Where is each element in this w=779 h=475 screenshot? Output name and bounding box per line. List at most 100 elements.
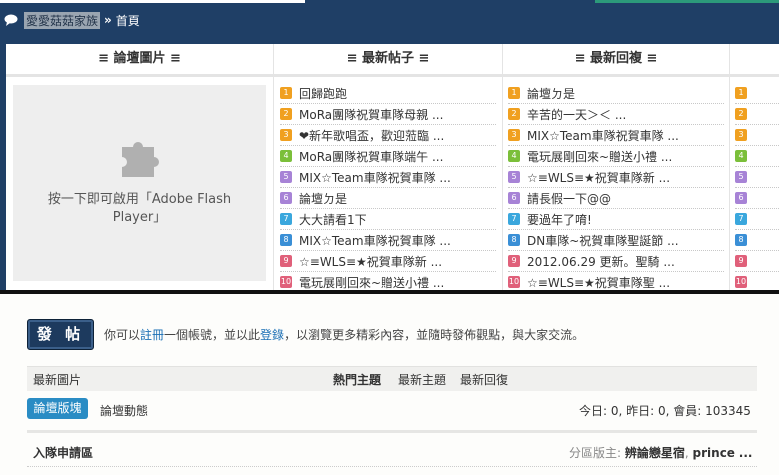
- list-item-title: ☆≡WLS≡★祝賀車隊聖 ...: [527, 275, 671, 290]
- list-item-number-only: 1: [735, 83, 779, 104]
- register-link[interactable]: 註冊: [140, 328, 164, 342]
- list-item[interactable]: 6 請長假一下@@: [508, 188, 724, 209]
- latest-posts-list: 1 回歸跑跑 2 MoRa團隊祝賀車隊母親 ... 3 ❤新年歌唱盃，歡迎蒞臨 ... 4 M…: [280, 83, 496, 290]
- rank-badge: 3: [280, 129, 292, 141]
- flash-placeholder[interactable]: 按一下即可啟用「Adobe Flash Player」: [13, 85, 266, 281]
- rank-badge: 3: [508, 129, 520, 141]
- column-header-latest-replies: ≡ 最新回複 ≡: [574, 51, 658, 66]
- rank-badge: 6: [280, 192, 292, 204]
- more-moderators[interactable]: ...: [739, 446, 753, 460]
- top-strip-left: [0, 0, 305, 3]
- list-item[interactable]: 8 MIX☆Team車隊祝賀車隊 ...: [280, 230, 496, 251]
- list-item[interactable]: 3 MIX☆Team車隊祝賀車隊 ...: [508, 125, 724, 146]
- header-divider: [6, 74, 779, 77]
- rank-badge: 6: [735, 192, 747, 204]
- list-item[interactable]: 8 DN車隊~祝賀車隊聖誕節 ...: [508, 230, 724, 251]
- rank-badge: 10: [508, 276, 520, 288]
- forum-sections-button[interactable]: 論壇版塊: [27, 398, 88, 419]
- fourth-column-list: 1 2 3 4 5 6 7 8 9 10: [735, 83, 779, 290]
- rank-badge: 7: [280, 213, 292, 225]
- list-item-number-only: 3: [735, 125, 779, 146]
- new-post-button[interactable]: 發 帖: [27, 319, 94, 350]
- rank-badge: 9: [735, 255, 747, 267]
- section-dotted-divider: [27, 466, 757, 467]
- list-item-title: 要過年了唷!: [527, 212, 592, 227]
- rank-badge: 6: [508, 192, 520, 204]
- column-divider: [502, 44, 503, 290]
- list-item[interactable]: 9 ☆≡WLS≡★祝賀車隊新 ...: [280, 251, 496, 272]
- forum-main: 發 帖 你可以註冊一個帳號，並以此登錄，以瀏覽更多精彩內容，並隨時發佈觀點，與大…: [0, 294, 779, 475]
- rank-badge: 4: [735, 150, 747, 162]
- list-item-title: MIX☆Team車隊祝賀車隊 ...: [299, 233, 451, 248]
- list-item[interactable]: 5 MIX☆Team車隊祝賀車隊 ...: [280, 167, 496, 188]
- rank-badge: 10: [280, 276, 292, 288]
- moderator-link[interactable]: 辨論戀星宿: [625, 446, 685, 460]
- list-item-number-only: 8: [735, 230, 779, 251]
- rank-badge: 1: [735, 87, 747, 99]
- content-tabs: 最新圖片 熱門主題 最新主題 最新回復: [27, 366, 757, 391]
- breadcrumb: 愛愛菇菇家族 » 首頁: [4, 11, 140, 29]
- list-item-title: ☆≡WLS≡★祝賀車隊新 ...: [299, 254, 443, 269]
- section-title[interactable]: 入隊申請區: [33, 444, 93, 461]
- list-item[interactable]: 2 MoRa團隊祝賀車隊母親 ...: [280, 104, 496, 125]
- list-item[interactable]: 6 論壇ㄉ是: [280, 188, 496, 209]
- list-item-number-only: 2: [735, 104, 779, 125]
- list-item-number-only: 9: [735, 251, 779, 272]
- list-item-title: DN車隊~祝賀車隊聖誕節 ...: [527, 233, 679, 248]
- list-item[interactable]: 1 論壇ㄉ是: [508, 83, 724, 104]
- list-item-number-only: 7: [735, 209, 779, 230]
- top-nav-bar: 愛愛菇菇家族 » 首頁: [0, 0, 779, 38]
- list-item-number-only: 4: [735, 146, 779, 167]
- portal-frame: ≡ 論壇圖片 ≡ ≡ 最新帖子 ≡ ≡ 最新回複 ≡ 按一下即可啟用「Adobe…: [0, 38, 779, 290]
- list-item[interactable]: 10 ☆≡WLS≡★祝賀車隊聖 ...: [508, 272, 724, 290]
- list-item[interactable]: 4 電玩展剛回來~贈送小禮 ...: [508, 146, 724, 167]
- rank-badge: 2: [508, 108, 520, 120]
- list-item[interactable]: 7 大大請看1下: [280, 209, 496, 230]
- portal-panel: ≡ 論壇圖片 ≡ ≡ 最新帖子 ≡ ≡ 最新回複 ≡ 按一下即可啟用「Adobe…: [6, 44, 779, 290]
- tab-new-topics[interactable]: 最新主題: [398, 371, 446, 388]
- latest-replies-list: 1 論壇ㄉ是 2 辛苦的一天＞＜ ... 3 MIX☆Team車隊祝賀車隊 ... 4 電玩展…: [508, 83, 724, 290]
- list-item[interactable]: 1 回歸跑跑: [280, 83, 496, 104]
- rank-badge: 8: [508, 234, 520, 246]
- login-link[interactable]: 登錄: [260, 328, 284, 342]
- list-item-title: 論壇ㄉ是: [527, 86, 576, 101]
- list-item-title: MoRa團隊祝賀車隊端午 ...: [299, 149, 444, 164]
- list-item-number-only: 10: [735, 272, 779, 290]
- list-item[interactable]: 9 2012.06.29 更新。聖騎 ...: [508, 251, 724, 272]
- tab-hot-topics[interactable]: 熱門主題: [333, 371, 381, 388]
- column-divider: [729, 44, 730, 290]
- list-item-title: MIX☆Team車隊祝賀車隊 ...: [299, 170, 451, 185]
- list-item[interactable]: 2 辛苦的一天＞＜ ...: [508, 104, 724, 125]
- list-item-title: 電玩展剛回來~贈送小禮 ...: [299, 275, 445, 290]
- list-item[interactable]: 5 ☆≡WLS≡★祝賀車隊新 ...: [508, 167, 724, 188]
- moderator-link[interactable]: prince: [693, 446, 735, 460]
- list-item[interactable]: 3 ❤新年歌唱盃，歡迎蒞臨 ...: [280, 125, 496, 146]
- rank-badge: 4: [280, 150, 292, 162]
- list-item-title: 辛苦的一天＞＜ ...: [527, 107, 627, 122]
- rank-badge: 7: [508, 213, 520, 225]
- rank-badge: 3: [735, 129, 747, 141]
- column-header-forum-images: ≡ 論壇圖片 ≡: [98, 51, 181, 66]
- top-strip-middle: [305, 0, 595, 3]
- rank-badge: 2: [280, 108, 292, 120]
- section-moderators: 分區版主: 辨論戀星宿, prince ...: [569, 446, 753, 460]
- tab-new-replies[interactable]: 最新回復: [460, 371, 508, 388]
- rank-badge: 7: [735, 213, 747, 225]
- rank-badge: 1: [280, 87, 292, 99]
- forum-activity-link[interactable]: 論壇動態: [100, 402, 148, 419]
- chat-bubble-icon: [4, 14, 18, 26]
- list-item-title: 2012.06.29 更新。聖騎 ...: [527, 254, 675, 269]
- list-item-title: 請長假一下@@: [527, 191, 612, 206]
- flash-message: 按一下即可啟用「Adobe Flash Player」: [47, 192, 232, 225]
- stats-divider: [27, 430, 757, 433]
- list-item-title: ❤新年歌唱盃，歡迎蒞臨 ...: [299, 128, 445, 143]
- list-item-title: ☆≡WLS≡★祝賀車隊新 ...: [527, 170, 671, 185]
- list-item[interactable]: 7 要過年了唷!: [508, 209, 724, 230]
- list-item[interactable]: 4 MoRa團隊祝賀車隊端午 ...: [280, 146, 496, 167]
- top-strip-right: [595, 0, 779, 3]
- rank-badge: 5: [508, 171, 520, 183]
- register-prompt: 你可以註冊一個帳號，並以此登錄，以瀏覽更多精彩內容，並隨時發佈觀點，與大家交流。: [104, 328, 585, 342]
- rank-badge: 8: [280, 234, 292, 246]
- breadcrumb-site-link[interactable]: 愛愛菇菇家族: [24, 11, 101, 29]
- list-item[interactable]: 10 電玩展剛回來~贈送小禮 ...: [280, 272, 496, 290]
